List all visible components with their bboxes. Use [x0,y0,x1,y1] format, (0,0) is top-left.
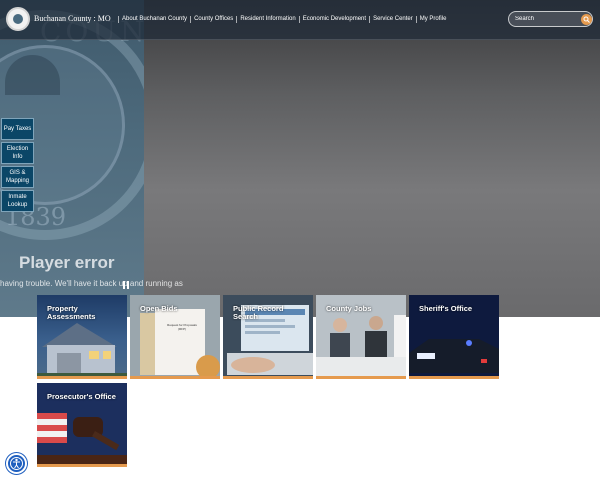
rfp-document-text: Request for Proposals (RFP) [167,323,197,331]
tile-label: Public Record Search [233,304,284,321]
site-header: Buchanan County : MO About Buchanan Coun… [0,0,600,40]
tile-open-bids[interactable]: Request for Proposals (RFP) Open Bids [130,295,220,379]
main-nav: About Buchanan County County Offices Res… [118,16,449,23]
tile-label: Open Bids [140,304,178,313]
nav-county-offices[interactable]: County Offices [190,16,236,23]
tile-property-assessments[interactable]: Property Assessments [37,295,127,379]
tile-public-record-search[interactable]: Public Record Search [223,295,313,379]
search-button[interactable] [581,14,592,25]
accessibility-button[interactable] [6,453,27,474]
accessibility-icon [10,457,23,470]
search-icon [583,16,590,23]
brand-state: MO [97,14,111,23]
nav-my-profile[interactable]: My Profile [415,16,450,23]
county-seal-icon[interactable] [6,7,30,31]
player-error-title: Player error [19,253,115,272]
tile-label: Property Assessments [47,304,96,321]
page: COUN 1839 Player error having trouble. W… [0,0,600,480]
site-brand[interactable]: Buchanan County : MO [34,14,111,23]
nav-service-center[interactable]: Service Center [369,16,416,23]
tile-sheriffs-office[interactable]: Sheriff's Office [409,295,499,379]
search-box [508,11,593,27]
search-input[interactable] [515,14,575,24]
player-error-message: having trouble. We'll have it back up an… [0,279,183,288]
tile-label: County Jobs [326,304,372,313]
nav-about[interactable]: About Buchanan County [118,16,190,23]
tile-label: Sheriff's Office [419,304,473,313]
pause-icon[interactable] [123,281,130,289]
tile-label: Prosecutor's Office [47,392,116,401]
tile-prosecutors-office[interactable]: Prosecutor's Office [37,383,127,467]
quick-link-gis-mapping[interactable]: GIS & Mapping [1,166,34,188]
nav-economic-development[interactable]: Economic Development [298,16,369,23]
quick-link-election-info[interactable]: Election Info [1,142,34,164]
nav-resident-information[interactable]: Resident Information [236,16,298,23]
brand-name: Buchanan County [34,14,92,23]
quick-link-pay-taxes[interactable]: Pay Taxes [1,118,34,140]
hero-video-area: COUN 1839 Player error having trouble. W… [0,0,600,317]
quick-link-inmate-lookup[interactable]: Inmate Lookup [1,190,34,212]
tile-county-jobs[interactable]: County Jobs [316,295,406,379]
